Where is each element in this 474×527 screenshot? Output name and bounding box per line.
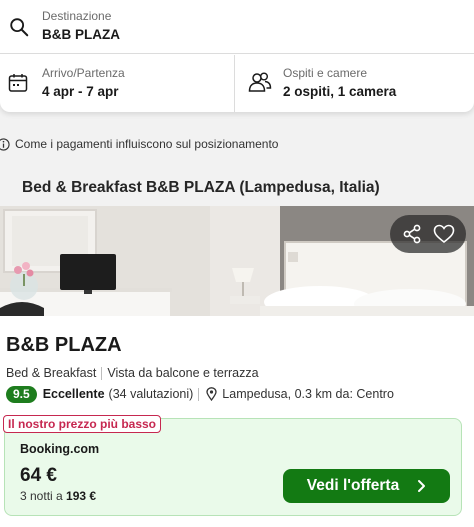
rating-score-badge: 9.5 (6, 385, 37, 403)
ranking-info-text: Come i pagamenti influiscono sul posizio… (15, 137, 279, 151)
hotel-feature: Vista da balcone e terrazza (107, 366, 259, 380)
destination-label: Destinazione (42, 9, 112, 23)
view-offer-label: Vedi l'offerta (306, 477, 400, 494)
hotel-heading: Bed & Breakfast B&B PLAZA (Lampedusa, It… (22, 179, 380, 196)
divider (198, 387, 200, 401)
photo-actions (390, 215, 466, 253)
chevron-right-icon (418, 480, 426, 492)
info-icon (0, 137, 10, 151)
total-price: 193 € (66, 489, 97, 503)
divider (101, 366, 103, 380)
hotel-name[interactable]: B&B PLAZA (6, 334, 122, 357)
provider-name: Booking.com (20, 442, 100, 456)
rating-word: Eccellente (42, 387, 105, 401)
dates-value: 4 apr - 7 apr (42, 84, 119, 99)
ranking-info-link[interactable]: Come i pagamenti influiscono sul posizio… (0, 136, 278, 152)
hotel-meta: Bed & Breakfast Vista da balcone e terra… (6, 366, 259, 380)
lowest-price-badge: Il nostro prezzo più basso (3, 415, 162, 433)
share-icon[interactable] (402, 224, 422, 244)
destination-field[interactable]: Destinazione B&B PLAZA (0, 0, 474, 54)
location-pin-icon (206, 387, 217, 401)
rating-line[interactable]: 9.5 Eccellente (34 valutazioni) Lampedus… (6, 385, 394, 403)
nights-text: 3 notti a (20, 489, 63, 503)
guests-field[interactable]: Ospiti e camere 2 ospiti, 1 camera (236, 55, 474, 112)
search-icon (10, 18, 29, 37)
destination-value: B&B PLAZA (42, 27, 120, 42)
guests-label: Ospiti e camere (283, 66, 368, 80)
total-price-line: 3 notti a 193 € (20, 489, 96, 503)
accommodation-type: Bed & Breakfast (6, 366, 97, 380)
view-offer-button[interactable]: Vedi l'offerta (283, 469, 450, 503)
hotel-card: B&B PLAZA Bed & Breakfast Vista da balco… (0, 316, 474, 527)
heart-icon[interactable] (433, 224, 455, 244)
review-count: (34 valutazioni) (108, 387, 194, 401)
guests-value: 2 ospiti, 1 camera (283, 84, 397, 99)
hotel-location: Lampedusa, 0.3 km da: Centro (222, 387, 394, 401)
nightly-price: 64 € (20, 465, 57, 486)
search-card: Destinazione B&B PLAZA Arrivo/Partenza 4… (0, 0, 474, 112)
calendar-icon (8, 74, 28, 92)
guests-icon (248, 72, 272, 92)
dates-label: Arrivo/Partenza (42, 66, 125, 80)
dates-field[interactable]: Arrivo/Partenza 4 apr - 7 apr (0, 55, 235, 112)
